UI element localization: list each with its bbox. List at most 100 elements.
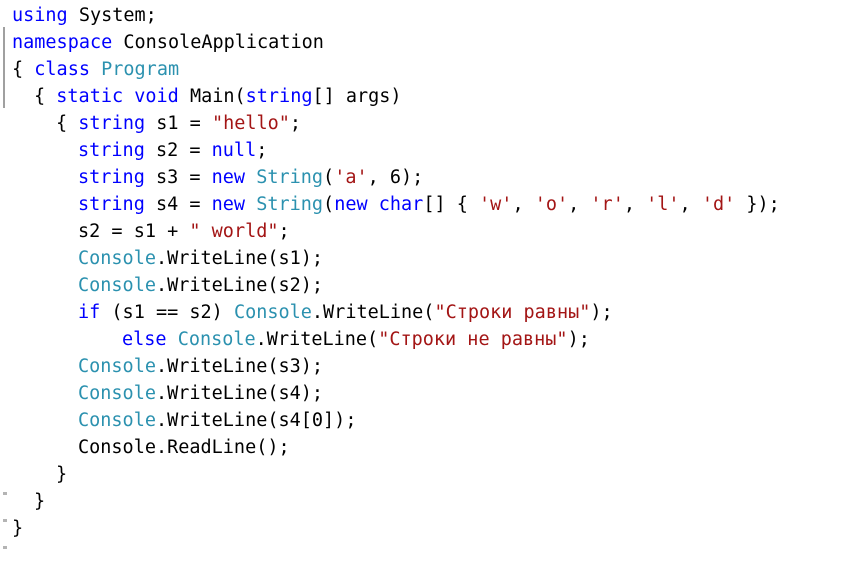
code-token-str: 'l' [646, 194, 680, 215]
code-token-kw: static [56, 86, 124, 107]
code-token-txt: { [34, 86, 57, 107]
code-token-txt: ); [567, 329, 590, 350]
code-token-txt: s2 = s1 + [78, 221, 190, 242]
code-token-txt: .WriteLine(s4); [155, 383, 324, 404]
code-token-kw: if [78, 302, 101, 323]
code-token-type: Console [233, 302, 312, 323]
code-token-str: "Строки не равны" [378, 329, 568, 350]
code-token-txt: } [56, 464, 68, 485]
code-token-txt: s3 = [144, 167, 212, 188]
code-line[interactable]: else Console.WriteLine("Строки не равны"… [0, 326, 862, 353]
code-line[interactable]: } [0, 488, 862, 515]
code-token-txt: ConsoleApplication [112, 32, 324, 53]
code-token-txt: .WriteLine(s1); [155, 248, 324, 269]
code-token-txt: ; [256, 140, 268, 161]
code-token-txt: ; [278, 221, 290, 242]
code-token-type: Console [177, 329, 256, 350]
code-token-kw: else [122, 329, 167, 350]
code-token-type: Console [78, 248, 156, 269]
code-line[interactable]: string s3 = new String('a', 6); [0, 164, 862, 191]
code-token-kw: new [334, 194, 368, 215]
code-token-kw: new [211, 194, 246, 215]
code-token-txt: s4 = [144, 194, 212, 215]
code-token-txt: ); [590, 302, 613, 323]
code-token-txt: s1 = [145, 113, 212, 134]
code-token-str: 'a' [334, 167, 368, 188]
code-line[interactable]: if (s1 == s2) Console.WriteLine("Строки … [0, 299, 862, 326]
code-token-type: Console [78, 356, 156, 377]
code-token-kw: using [12, 5, 68, 26]
code-token-type: Console [78, 410, 156, 431]
code-token-txt: [] { [423, 194, 480, 215]
code-token-txt: s2 = [144, 140, 212, 161]
code-editor[interactable]: using System; namespace ConsoleApplicatio… [0, 0, 862, 572]
code-token-txt: .WriteLine(s4[0]); [155, 410, 357, 431]
code-token-str: 'r' [590, 194, 624, 215]
code-token-txt: (s1 == s2) [100, 302, 234, 323]
code-token-kw: null [211, 140, 257, 161]
code-token-txt: , [512, 194, 535, 215]
code-token-str: 'w' [479, 194, 513, 215]
code-token-txt: .WriteLine(s2); [155, 275, 324, 296]
outline-region-marker [3, 546, 7, 549]
code-line[interactable]: Console.WriteLine(s4[0]); [0, 407, 862, 434]
code-token-txt: Console.ReadLine(); [78, 437, 290, 458]
code-line[interactable]: string s4 = new String(new char[] { 'w',… [0, 191, 862, 218]
code-token-str: " world" [189, 221, 279, 242]
code-token-txt: ; [289, 113, 302, 134]
code-line[interactable]: using System; [0, 2, 862, 29]
code-token-txt: } [34, 491, 46, 512]
code-token-str: 'd' [701, 194, 736, 215]
code-token-txt: , [623, 194, 647, 215]
code-token-type: Program [101, 59, 180, 80]
code-line[interactable]: } [0, 461, 862, 488]
code-line[interactable]: Console.WriteLine(s4); [0, 380, 862, 407]
code-token-str: "hello" [211, 113, 290, 134]
code-token-txt: , 6); [367, 167, 424, 188]
code-line[interactable]: { string s1 = "hello"; [0, 110, 862, 137]
code-line[interactable]: Console.WriteLine(s1); [0, 245, 862, 272]
code-line[interactable]: } [0, 515, 862, 542]
code-token-kw: char [378, 194, 424, 215]
code-token-kw: class [34, 59, 90, 80]
code-token-kw: string [78, 194, 145, 215]
code-token-txt: System; [67, 5, 157, 26]
code-token-kw: namespace [12, 32, 113, 53]
code-line[interactable]: namespace ConsoleApplication [0, 29, 862, 56]
code-line[interactable]: { static void Main(string[] args) [0, 83, 862, 110]
code-token-txt: , [568, 194, 591, 215]
code-line[interactable]: Console.WriteLine(s2); [0, 272, 862, 299]
code-line[interactable]: { class Program [0, 56, 862, 83]
code-line[interactable]: Console.ReadLine(); [0, 434, 862, 461]
code-token-kw: string [245, 86, 313, 107]
code-token-kw: string [78, 140, 145, 161]
code-token-kw: void [134, 86, 179, 107]
code-token-kw: string [78, 167, 145, 188]
code-token-txt: { [12, 59, 35, 80]
code-token-str: 'o' [534, 194, 569, 215]
code-line[interactable]: s2 = s1 + " world"; [0, 218, 862, 245]
code-line[interactable]: string s2 = null; [0, 137, 862, 164]
code-token-kw: string [78, 113, 146, 134]
code-token-txt: [] args) [312, 86, 402, 107]
code-token-txt: }); [735, 194, 780, 215]
code-lines-container[interactable]: using System; namespace ConsoleApplicatio… [0, 0, 862, 542]
code-token-type: Console [78, 383, 156, 404]
code-token-txt: ( [323, 194, 335, 215]
code-token-txt: ( [323, 167, 335, 188]
code-token-type: String [256, 194, 324, 215]
code-token-txt: .WriteLine( [255, 329, 379, 350]
code-token-txt: .WriteLine( [311, 302, 435, 323]
code-token-str: "Строки равны" [434, 302, 591, 323]
code-line[interactable]: Console.WriteLine(s3); [0, 353, 862, 380]
code-token-kw: new [211, 167, 246, 188]
code-token-txt: } [12, 518, 24, 539]
code-token-txt: Main( [178, 86, 246, 107]
code-token-type: String [256, 167, 324, 188]
code-token-txt: { [56, 113, 79, 134]
